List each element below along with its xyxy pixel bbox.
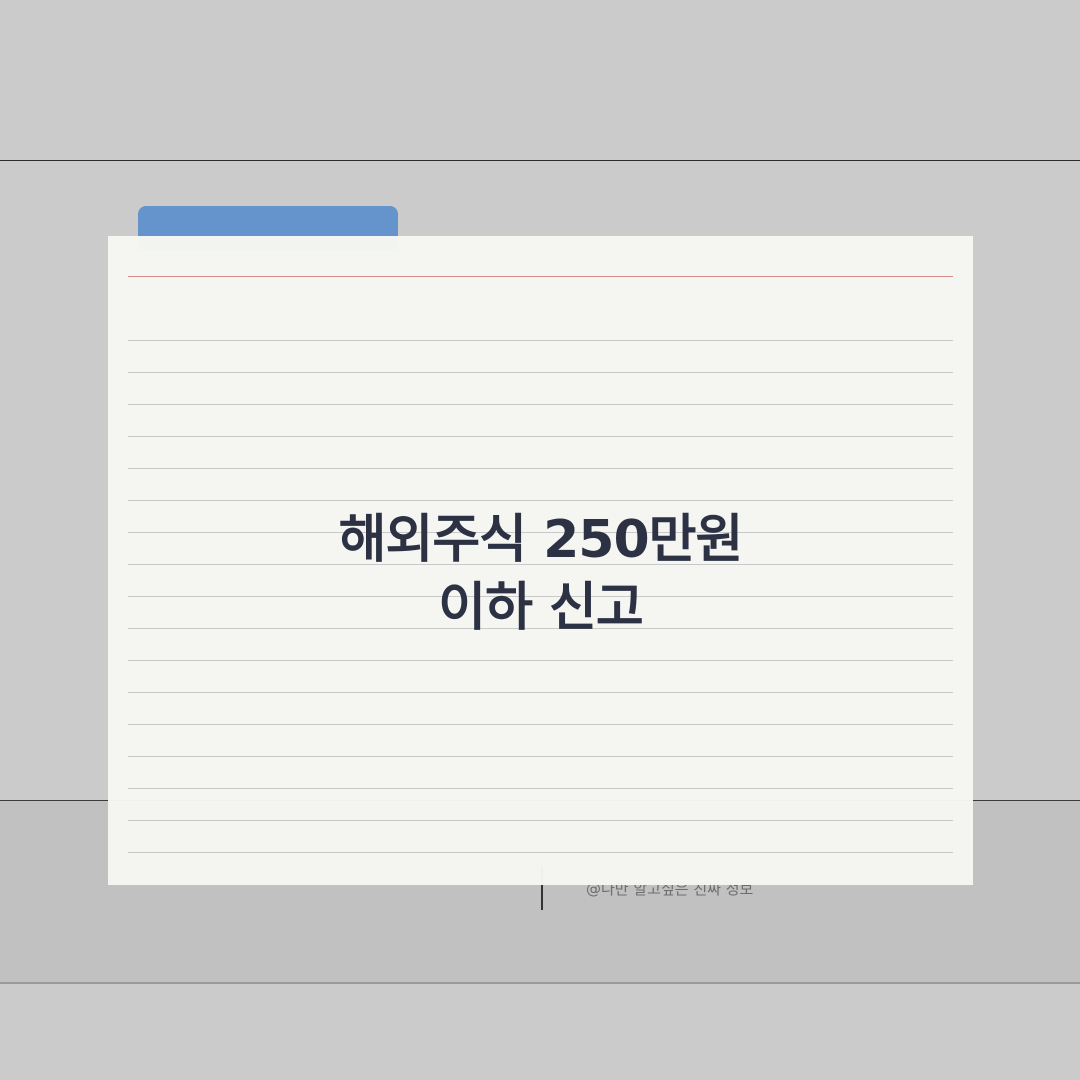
card-header-line xyxy=(128,276,953,277)
ruled-line xyxy=(128,756,953,757)
ruled-line xyxy=(128,852,953,853)
card-title: 해외주식 250만원 이하 신고 xyxy=(108,506,973,642)
ruled-line xyxy=(128,436,953,437)
ruled-line xyxy=(128,788,953,789)
ruled-line xyxy=(128,340,953,341)
ruled-line xyxy=(128,660,953,661)
ruled-line xyxy=(128,372,953,373)
top-divider-line xyxy=(0,160,1080,161)
note-card: 해외주식 250만원 이하 신고 xyxy=(108,236,973,885)
ruled-line xyxy=(128,692,953,693)
ruled-line xyxy=(128,500,953,501)
card-title-line-2: 이하 신고 xyxy=(438,578,643,638)
ruled-line xyxy=(128,468,953,469)
card-title-line-1: 해외주식 250만원 xyxy=(338,510,744,570)
ruled-line xyxy=(128,724,953,725)
ruled-line xyxy=(128,404,953,405)
ruled-line xyxy=(128,820,953,821)
